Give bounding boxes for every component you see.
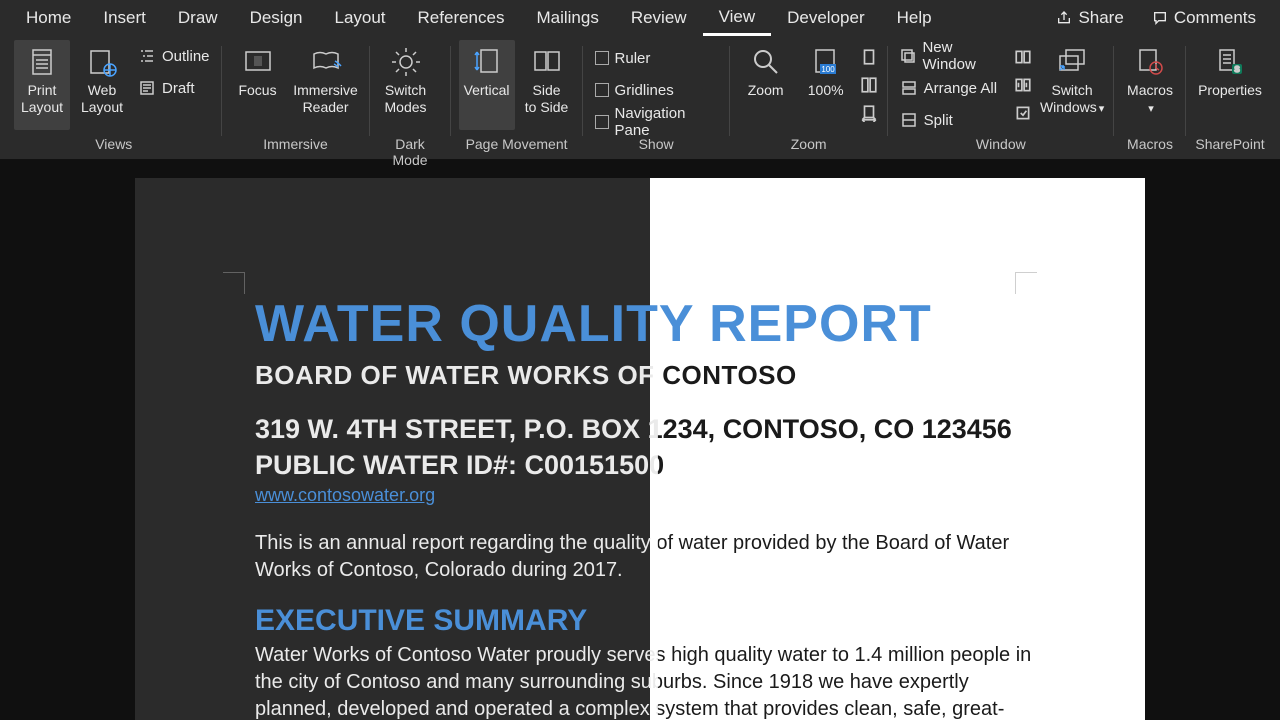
properties-button[interactable]: S Properties [1194,40,1266,130]
macros-button[interactable]: Macros▾ [1122,40,1178,130]
tab-draw[interactable]: Draw [162,0,234,36]
magnifier-icon [748,44,784,80]
web-layout-button[interactable]: Web Layout [74,40,130,130]
group-label-darkmode: Dark Mode [378,136,443,158]
group-label-immersive: Immersive [230,136,362,158]
checkbox-icon [595,83,609,97]
zoom-100-icon: 100 [808,44,844,80]
group-label-macros: Macros [1122,136,1178,158]
sync-scroll-button[interactable] [1012,74,1034,96]
comments-button[interactable]: Comments [1138,0,1270,36]
group-label-views: Views [14,136,214,158]
ribbon: Print Layout Web Layout Outline Draft Vi… [0,36,1280,160]
print-layout-button[interactable]: Print Layout [14,40,70,130]
side-page-icon [529,44,565,80]
margin-marker [223,272,245,294]
zoom-100-button[interactable]: 100 100% [798,40,854,130]
zoom-button[interactable]: Zoom [738,40,794,130]
one-page-button[interactable] [858,46,880,68]
ruler-checkbox[interactable]: Ruler [591,44,722,72]
gridlines-checkbox[interactable]: Gridlines [591,76,722,104]
sun-icon [388,44,424,80]
tab-review[interactable]: Review [615,0,703,36]
group-macros: Macros▾ Macros [1114,40,1186,158]
tab-home[interactable]: Home [10,0,87,36]
navigation-pane-checkbox[interactable]: Navigation Pane [591,108,722,136]
reset-window-button[interactable] [1012,102,1034,124]
outline-button[interactable]: Outline [134,42,214,70]
group-zoom: Zoom 100 100% Zoom [730,40,888,158]
share-icon [1056,10,1072,26]
multi-page-button[interactable] [858,74,880,96]
focus-icon [240,44,276,80]
draft-button[interactable]: Draft [134,74,214,102]
checkbox-icon [595,51,609,65]
group-label-window: Window [896,136,1106,158]
new-window-icon [900,47,917,65]
arrange-all-button[interactable]: Arrange All [896,74,1009,102]
tab-mailings[interactable]: Mailings [520,0,614,36]
margin-marker [1015,272,1037,294]
web-layout-icon [84,44,120,80]
print-layout-icon [24,44,60,80]
vertical-button[interactable]: Vertical [459,40,515,130]
outline-icon [138,47,156,65]
group-views: Print Layout Web Layout Outline Draft Vi… [6,40,222,158]
chevron-down-icon: ▾ [1099,103,1105,115]
view-side-by-side-button[interactable] [1012,46,1034,68]
focus-button[interactable]: Focus [230,40,286,130]
group-label-zoom: Zoom [738,136,880,158]
properties-icon: S [1212,44,1248,80]
immersive-reader-icon [308,44,344,80]
tab-developer[interactable]: Developer [771,0,881,36]
vertical-page-icon [469,44,505,80]
macros-icon [1132,44,1168,80]
checkbox-icon [595,115,609,129]
tab-view[interactable]: View [703,0,772,36]
tab-layout[interactable]: Layout [318,0,401,36]
arrange-all-icon [900,79,918,97]
new-window-button[interactable]: New Window [896,42,1009,70]
group-darkmode: Switch Modes Dark Mode [370,40,451,158]
tab-help[interactable]: Help [881,0,948,36]
document-canvas[interactable]: WATER QUALITY REPORT BOARD OF WATER WORK… [0,160,1280,720]
doc-link[interactable]: www.contosowater.org [255,485,435,506]
group-window: New Window Arrange All Split [888,40,1114,158]
document-page[interactable]: WATER QUALITY REPORT BOARD OF WATER WORK… [135,178,1145,720]
page-width-button[interactable] [858,102,880,124]
chevron-down-icon: ▾ [1148,103,1154,115]
tab-references[interactable]: References [402,0,521,36]
group-label-show: Show [591,136,722,158]
comment-icon [1152,10,1168,26]
switch-windows-icon [1054,44,1090,80]
share-button[interactable]: Share [1042,0,1137,36]
svg-text:S: S [1234,65,1240,74]
split-icon [900,111,918,129]
group-immersive: Focus Immersive Reader Immersive [222,40,370,158]
immersive-reader-button[interactable]: Immersive Reader [290,40,362,130]
ribbon-tabs: Home Insert Draw Design Layout Reference… [0,0,1280,36]
switch-modes-button[interactable]: Switch Modes [378,40,434,130]
tab-insert[interactable]: Insert [87,0,162,36]
side-to-side-button[interactable]: Side to Side [519,40,575,130]
draft-icon [138,79,156,97]
switch-windows-button[interactable]: Switch Windows▾ [1038,40,1106,130]
split-button[interactable]: Split [896,106,1009,134]
group-sharepoint: S Properties SharePoint [1186,40,1274,158]
tab-design[interactable]: Design [234,0,319,36]
group-label-sharepoint: SharePoint [1194,136,1266,158]
svg-text:100: 100 [821,65,835,74]
group-show: Ruler Gridlines Navigation Pane Show [583,40,730,158]
group-label-pagemovement: Page Movement [459,136,575,158]
group-pagemovement: Vertical Side to Side Page Movement [451,40,583,158]
